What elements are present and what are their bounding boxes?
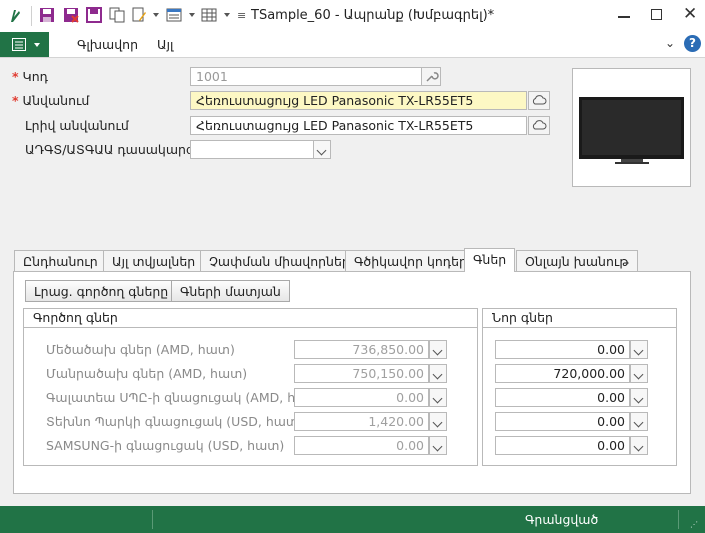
- classifier-label: ԱԴԳՏ/ԱՏԳԱԱ դասակարգիչ: [25, 142, 208, 157]
- save-as-icon[interactable]: [86, 7, 102, 23]
- divider: [483, 327, 676, 328]
- code-field[interactable]: 1001: [190, 67, 422, 86]
- name-label-text: Անվանում: [22, 93, 90, 108]
- help-icon[interactable]: ?: [684, 35, 701, 52]
- new-price-input[interactable]: 0.00: [495, 436, 630, 455]
- new-price-input[interactable]: 0.00: [495, 412, 630, 431]
- edit-document-icon[interactable]: [131, 7, 147, 23]
- divider: [678, 510, 679, 529]
- current-price-value: 736,850.00: [294, 340, 429, 359]
- table-icon[interactable]: [201, 7, 217, 23]
- price-row-label: SAMSUNG-ի գնացուցակ (USD, հատ): [46, 438, 285, 453]
- current-price-value: 0.00: [294, 436, 429, 455]
- current-prices-group: Գործող գներ Մեծածախ գներ (AMD, հատ) 736,…: [23, 308, 478, 466]
- price-row-label: Տեխնո Պարկի գնացուցակ (USD, հատ): [46, 414, 303, 429]
- minimize-icon[interactable]: [618, 16, 630, 18]
- product-image[interactable]: [572, 68, 691, 187]
- fill-current-prices-button[interactable]: Լրաց. գործող գները: [25, 280, 178, 302]
- ribbon-tab-other[interactable]: Այլ: [157, 37, 173, 52]
- code-label: * Կոդ: [12, 69, 48, 84]
- status-bar: Գրանցված ⋰: [0, 506, 705, 533]
- current-price-value: 0.00: [294, 388, 429, 407]
- current-price-dropdown[interactable]: [429, 388, 447, 407]
- collapse-ribbon-icon[interactable]: ⌄: [665, 36, 675, 50]
- close-icon[interactable]: ✕: [683, 4, 697, 24]
- cloud-icon: [532, 120, 547, 130]
- current-price-value: 750,150.00: [294, 364, 429, 383]
- file-menu-button[interactable]: [0, 32, 49, 57]
- wrench-icon: [426, 72, 439, 82]
- price-row-label: Մեծածախ գներ (AMD, հատ): [46, 342, 235, 357]
- new-price-dropdown[interactable]: [630, 388, 648, 407]
- current-price-dropdown[interactable]: [429, 340, 447, 359]
- tab-general[interactable]: Ընդհանուր: [14, 250, 107, 272]
- separator: [31, 6, 32, 26]
- title-bar: ≡ TSample_60 - Ապրանք (Խմբագրել)* ✕: [0, 0, 705, 32]
- code-generate-button[interactable]: [421, 67, 441, 86]
- copy-icon[interactable]: [109, 7, 125, 23]
- tab-prices[interactable]: Գներ: [464, 248, 516, 272]
- status-text: Գրանցված: [525, 512, 599, 527]
- current-prices-heading: Գործող գներ: [33, 310, 118, 325]
- tab-other-data[interactable]: Այլ տվյալներ: [103, 250, 205, 272]
- current-price-dropdown[interactable]: [429, 364, 447, 383]
- new-prices-group: Նոր գներ 0.00 720,000.00 0.00 0.00 0.00: [482, 308, 677, 466]
- new-price-input[interactable]: 720,000.00: [495, 364, 630, 383]
- form-content: * Կոդ 1001 * Անվանում Հեռուստացույց LED Pa…: [0, 58, 705, 506]
- prices-panel: Լրաց. գործող գները Գների մատյան Գործող գ…: [13, 271, 691, 494]
- file-menu-icon: [12, 38, 26, 51]
- tab-units[interactable]: Չափման միավորներ: [200, 250, 359, 272]
- maximize-icon[interactable]: [651, 9, 662, 20]
- chevron-down-icon[interactable]: [189, 13, 195, 17]
- print-form-icon[interactable]: [166, 7, 182, 23]
- resize-grip-icon[interactable]: ⋰: [690, 520, 698, 529]
- new-price-input[interactable]: 0.00: [495, 340, 630, 359]
- divider: [152, 510, 153, 529]
- cloud-icon: [532, 95, 547, 105]
- chevron-down-icon[interactable]: [224, 13, 230, 17]
- required-mark: *: [12, 93, 19, 108]
- code-label-text: Կոդ: [22, 69, 48, 84]
- classifier-select[interactable]: [190, 140, 314, 159]
- chevron-down-icon[interactable]: [153, 13, 159, 17]
- fullname-field[interactable]: Հեռուստացույց LED Panasonic TX-LR55ET5: [190, 116, 527, 135]
- save-close-icon[interactable]: [63, 7, 79, 23]
- current-price-value: 1,420.00: [294, 412, 429, 431]
- new-prices-heading: Նոր գներ: [492, 310, 553, 325]
- new-price-dropdown[interactable]: [630, 340, 648, 359]
- tv-image: [579, 97, 684, 164]
- window-title: TSample_60 - Ապրանք (Խմբագրել)*: [251, 8, 495, 23]
- current-price-dropdown[interactable]: [429, 412, 447, 431]
- new-price-input[interactable]: 0.00: [495, 388, 630, 407]
- divider: [24, 327, 477, 328]
- ribbon-tab-home[interactable]: Գլխավոր: [77, 37, 138, 52]
- fullname-translate-button[interactable]: [528, 116, 550, 135]
- name-translate-button[interactable]: [528, 91, 550, 110]
- new-price-dropdown[interactable]: [630, 412, 648, 431]
- ribbon: Գլխավոր Այլ ⌄ ?: [0, 32, 705, 58]
- current-price-dropdown[interactable]: [429, 436, 447, 455]
- save-icon[interactable]: [39, 7, 55, 23]
- chevron-down-icon: [34, 43, 40, 47]
- tab-barcodes[interactable]: Գծիկավոր կոդեր: [345, 250, 476, 272]
- price-history-button[interactable]: Գների մատյան: [171, 280, 290, 302]
- new-price-dropdown[interactable]: [630, 364, 648, 383]
- fullname-label: Լրիվ անվանում: [25, 118, 129, 133]
- app-logo-icon: [11, 10, 20, 22]
- name-label: * Անվանում: [12, 93, 89, 108]
- menu-lines-icon[interactable]: ≡: [237, 9, 246, 22]
- name-field[interactable]: Հեռուստացույց LED Panasonic TX-LR55ET5: [190, 91, 527, 110]
- classifier-dropdown-button[interactable]: [313, 140, 331, 159]
- new-price-dropdown[interactable]: [630, 436, 648, 455]
- required-mark: *: [12, 69, 19, 84]
- tab-online-shop[interactable]: Օնլայն խանութ: [516, 250, 638, 272]
- price-row-label: Գալատեա ՍՊԸ-ի զնացուցակ (AMD, հատ): [46, 390, 325, 405]
- price-row-label: Մանրածախ գներ (AMD, հատ): [46, 366, 248, 381]
